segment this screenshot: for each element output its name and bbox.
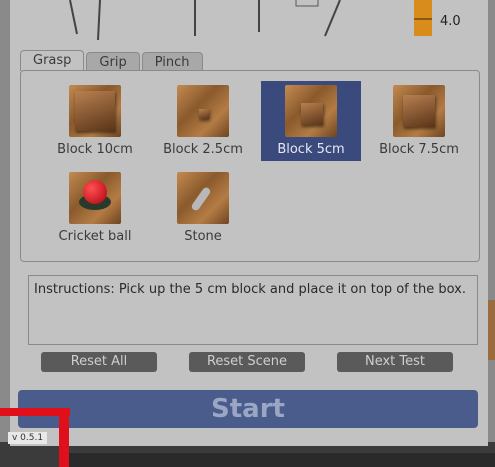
- start-button[interactable]: Start: [18, 390, 478, 428]
- block-7-5cm-thumbnail: [393, 85, 445, 137]
- size-slider-value: 4.0: [440, 14, 461, 29]
- object-cricket-ball[interactable]: Cricket ball: [45, 168, 145, 248]
- object-label: Block 5cm: [277, 142, 345, 157]
- tab-grasp[interactable]: Grasp: [20, 50, 85, 71]
- block-10cm-thumbnail: [69, 85, 121, 137]
- object-label: Stone: [184, 229, 222, 244]
- reset-scene-button[interactable]: Reset Scene: [189, 352, 305, 372]
- test-selection-panel: 4.0 Grasp Grip Pinch Block 10cm Block 2.…: [10, 0, 488, 446]
- object-block-2-5cm[interactable]: Block 2.5cm: [153, 81, 253, 161]
- object-block-10cm[interactable]: Block 10cm: [45, 81, 145, 161]
- object-block-7-5cm[interactable]: Block 7.5cm: [369, 81, 469, 161]
- object-label: Block 10cm: [57, 142, 133, 157]
- next-test-button[interactable]: Next Test: [337, 352, 453, 372]
- grasp-type-tabs: Grasp Grip Pinch: [20, 50, 205, 72]
- object-label: Block 2.5cm: [163, 142, 243, 157]
- tab-pinch[interactable]: Pinch: [141, 52, 203, 71]
- object-label: Cricket ball: [58, 229, 132, 244]
- object-block-5cm[interactable]: Block 5cm: [261, 81, 361, 161]
- object-label: Block 7.5cm: [379, 142, 459, 157]
- scene-background-left: [0, 0, 10, 467]
- version-label: v 0.5.1: [8, 432, 48, 444]
- object-stone[interactable]: Stone: [153, 168, 253, 248]
- block-5cm-thumbnail: [285, 85, 337, 137]
- block-2-5cm-thumbnail: [177, 85, 229, 137]
- object-grid: Block 10cm Block 2.5cm Block 5cm Block 7…: [20, 70, 480, 262]
- red-corner-marker-vertical: [59, 408, 69, 467]
- tab-grip[interactable]: Grip: [86, 52, 140, 71]
- size-slider-bar[interactable]: [414, 0, 432, 36]
- scene-floor-shadow: [60, 453, 495, 467]
- cricket-ball-thumbnail: [69, 172, 121, 224]
- scene-preview-strip: 4.0: [10, 0, 488, 40]
- stone-thumbnail: [177, 172, 229, 224]
- size-slider-tick: [414, 18, 432, 20]
- instructions-box: Instructions: Pick up the 5 cm block and…: [28, 275, 478, 345]
- reset-all-button[interactable]: Reset All: [41, 352, 157, 372]
